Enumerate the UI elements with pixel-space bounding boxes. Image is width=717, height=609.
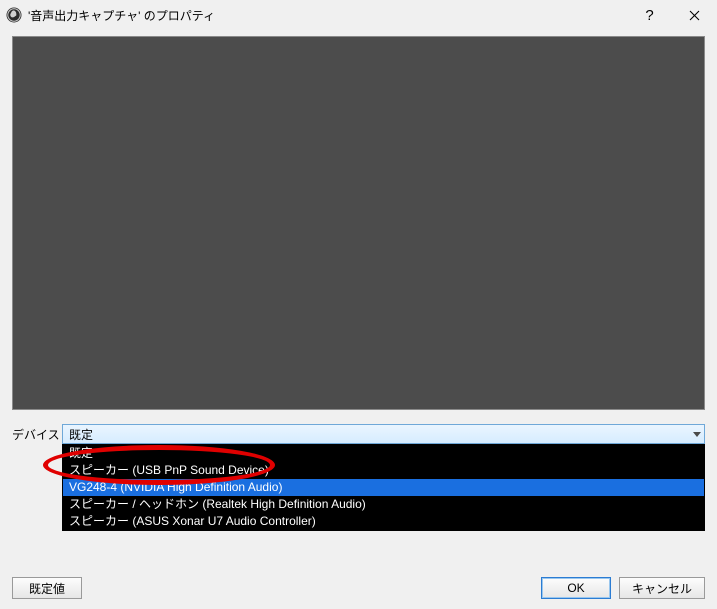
ok-button[interactable]: OK bbox=[541, 577, 611, 599]
obs-icon bbox=[6, 7, 22, 23]
close-icon bbox=[689, 10, 700, 21]
close-button[interactable] bbox=[672, 0, 717, 30]
window-title: '音声出力キャプチャ' のプロパティ bbox=[28, 7, 215, 24]
device-combobox[interactable]: 既定 bbox=[62, 424, 705, 444]
source-preview bbox=[12, 36, 705, 410]
dialog-button-bar: 既定値 OK キャンセル bbox=[0, 577, 717, 599]
chevron-down-icon bbox=[693, 427, 701, 441]
device-current-value: 既定 bbox=[69, 426, 93, 443]
defaults-button[interactable]: 既定値 bbox=[12, 577, 82, 599]
device-option[interactable]: VG248-4 (NVIDIA High Definition Audio) bbox=[63, 479, 704, 496]
device-row: デバイス 既定 既定 スピーカー (USB PnP Sound Device) … bbox=[0, 424, 717, 444]
help-button[interactable]: ? bbox=[627, 0, 672, 30]
cancel-button[interactable]: キャンセル bbox=[619, 577, 705, 599]
device-dropdown[interactable]: 既定 スピーカー (USB PnP Sound Device) VG248-4 … bbox=[62, 444, 705, 531]
titlebar: '音声出力キャプチャ' のプロパティ ? bbox=[0, 0, 717, 30]
device-option[interactable]: 既定 bbox=[63, 445, 704, 462]
device-option[interactable]: スピーカー (USB PnP Sound Device) bbox=[63, 462, 704, 479]
device-option[interactable]: スピーカー (ASUS Xonar U7 Audio Controller) bbox=[63, 513, 704, 530]
device-option[interactable]: スピーカー / ヘッドホン (Realtek High Definition A… bbox=[63, 496, 704, 513]
device-label: デバイス bbox=[12, 426, 62, 443]
